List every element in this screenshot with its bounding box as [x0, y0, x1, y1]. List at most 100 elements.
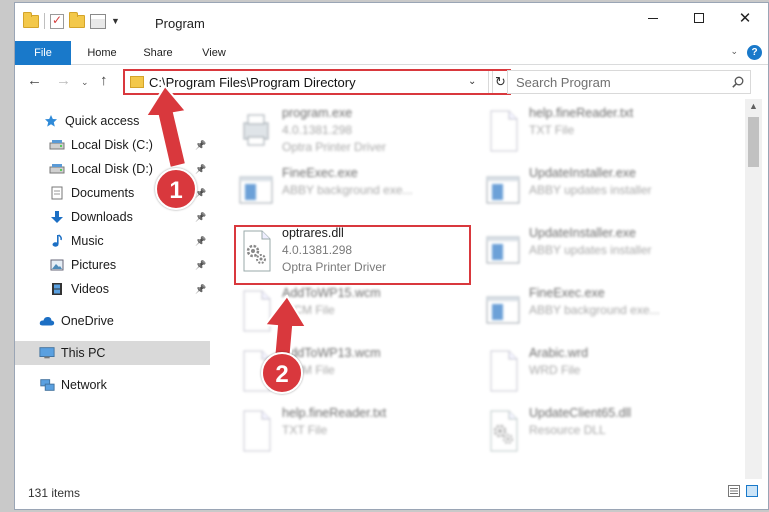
tab-share[interactable]: Share	[133, 41, 183, 65]
sidebar-item-local-disk-c[interactable]: Local Disk (C:) 📌	[15, 133, 210, 157]
sidebar-item-pictures[interactable]: Pictures 📌	[15, 253, 210, 277]
search-icon[interactable]	[732, 76, 744, 88]
cloud-icon	[39, 314, 55, 328]
maximize-icon	[694, 13, 704, 23]
navigation-bar: ← → ⌄ ↑ C:\Program Files\Program Directo…	[15, 66, 768, 99]
pin-icon[interactable]: 📌	[195, 284, 206, 295]
back-arrow-icon[interactable]: ←	[27, 72, 42, 89]
blank-file-icon	[238, 289, 274, 333]
sidebar-item-label: OneDrive	[61, 314, 114, 328]
expand-ribbon-chevron-icon[interactable]: ⌄	[730, 46, 738, 57]
file-type-or-version: TXT File	[529, 123, 575, 137]
recent-locations-chevron-icon[interactable]: ⌄	[81, 77, 89, 88]
divider	[44, 13, 45, 29]
sidebar-item-label: Quick access	[65, 114, 140, 128]
app-window-icon	[238, 169, 274, 213]
text-file-icon	[485, 109, 521, 153]
sidebar-item-this-pc[interactable]: This PC	[15, 341, 210, 365]
navigation-pane: Quick access Local Disk (C:) 📌 Local Disk (…	[15, 99, 210, 479]
tab-home[interactable]: Home	[77, 41, 127, 65]
maximize-button[interactable]	[676, 3, 722, 33]
scroll-thumb[interactable]	[748, 117, 759, 167]
drive-icon	[49, 138, 65, 152]
file-item[interactable]: program.exe 4.0.1381.298 Optra Printer Dri…	[238, 103, 478, 161]
quick-access-toolbar: ▼	[23, 11, 120, 29]
file-name: FineExec.exe	[529, 286, 605, 300]
file-list: program.exe 4.0.1381.298 Optra Printer Dri…	[220, 99, 745, 479]
app-window-icon	[485, 229, 521, 273]
tab-view[interactable]: View	[189, 41, 239, 65]
file-type-or-version: 4.0.1381.298	[282, 123, 353, 137]
scroll-up-icon[interactable]: ▲	[749, 101, 758, 111]
details-view-icon[interactable]	[728, 485, 740, 497]
file-item[interactable]: help.fineReader.txt TXT File	[485, 103, 725, 161]
pin-icon[interactable]: 📌	[195, 212, 206, 223]
file-explorer-window: ▼ Program ✕ File Home Share View ⌄ ? ← →…	[14, 2, 769, 510]
file-type-or-version: Resource DLL	[529, 423, 606, 437]
pin-icon[interactable]: 📌	[195, 164, 206, 175]
file-item[interactable]: UpdateInstaller.exe ABBY updates installe…	[485, 163, 725, 221]
file-name: help.fineReader.txt	[529, 106, 634, 120]
file-item[interactable]: FineExec.exe ABBY background exe...	[485, 283, 725, 341]
minimize-button[interactable]	[630, 3, 676, 33]
status-bar: 131 items	[15, 479, 768, 509]
pin-icon[interactable]: 📌	[195, 236, 206, 247]
step-2-badge: 2	[261, 352, 303, 394]
pin-icon[interactable]: 📌	[195, 140, 206, 151]
file-highlight-box	[234, 225, 471, 285]
customize-chevron-icon[interactable]: ▼	[111, 16, 120, 26]
help-icon[interactable]: ?	[747, 45, 762, 60]
pictures-icon	[49, 258, 65, 272]
file-name: program.exe	[282, 106, 353, 120]
file-type-or-version: ABBY background exe...	[282, 183, 413, 197]
file-item[interactable]: UpdateClient65.dll Resource DLL	[485, 403, 725, 461]
sidebar-item-label: Local Disk (D:)	[71, 162, 153, 176]
file-type-or-version: ABBY updates installer	[529, 183, 652, 197]
sidebar-item-label: Videos	[71, 282, 109, 296]
file-name: help.fineReader.txt	[282, 406, 387, 420]
window-title: Program	[155, 16, 205, 31]
properties-icon[interactable]	[90, 13, 106, 29]
sidebar-item-label: Pictures	[71, 258, 117, 272]
close-button[interactable]: ✕	[722, 3, 768, 33]
sidebar-item-label: Network	[61, 378, 107, 392]
close-icon: ✕	[738, 10, 752, 27]
video-film-icon	[49, 282, 65, 296]
sidebar-item-label: Music	[71, 234, 104, 248]
sidebar-item-music[interactable]: Music 📌	[15, 229, 210, 253]
network-icon	[39, 378, 55, 392]
minimize-icon	[648, 17, 658, 19]
sidebar-item-quick-access[interactable]: Quick access	[15, 109, 210, 133]
file-item[interactable]: AddToWP15.wcm WCM File	[238, 283, 478, 341]
file-type-or-version: ABBY updates installer	[529, 243, 652, 257]
file-item[interactable]: FineExec.exe ABBY background exe...	[238, 163, 478, 221]
file-name: UpdateClient65.dll	[529, 406, 632, 420]
file-name: Arabic.wrd	[529, 346, 589, 360]
file-name: UpdateInstaller.exe	[529, 166, 637, 180]
drive-icon	[49, 162, 65, 176]
properties-check-icon[interactable]	[50, 13, 64, 29]
file-item[interactable]: Arabic.wrd WRD File	[485, 343, 725, 401]
download-arrow-icon	[49, 210, 65, 224]
sidebar-item-onedrive[interactable]: OneDrive	[15, 309, 210, 333]
app-window-icon	[485, 289, 521, 333]
documents-icon	[49, 186, 65, 200]
sidebar-item-videos[interactable]: Videos 📌	[15, 277, 210, 301]
file-item[interactable]: help.fineReader.txt TXT File	[238, 403, 478, 461]
sidebar-item-network[interactable]: Network	[15, 373, 210, 397]
sidebar-item-label: This PC	[61, 346, 106, 360]
file-name: FineExec.exe	[282, 166, 358, 180]
new-folder-icon[interactable]	[69, 11, 85, 28]
up-arrow-icon[interactable]: ↑	[100, 72, 108, 89]
tiles-view-icon[interactable]	[746, 485, 758, 497]
pin-icon[interactable]: 📌	[195, 260, 206, 271]
text-file-icon	[238, 409, 274, 453]
vertical-scrollbar[interactable]: ▲	[745, 99, 762, 479]
file-item[interactable]: UpdateInstaller.exe ABBY updates installe…	[485, 223, 725, 281]
search-input[interactable]: Search Program	[507, 70, 751, 94]
step-1-badge: 1	[155, 168, 197, 210]
forward-arrow-icon[interactable]: →	[56, 72, 71, 89]
folder-icon[interactable]	[23, 11, 39, 28]
printer-exe-icon	[238, 109, 274, 153]
tab-file[interactable]: File	[15, 41, 71, 65]
